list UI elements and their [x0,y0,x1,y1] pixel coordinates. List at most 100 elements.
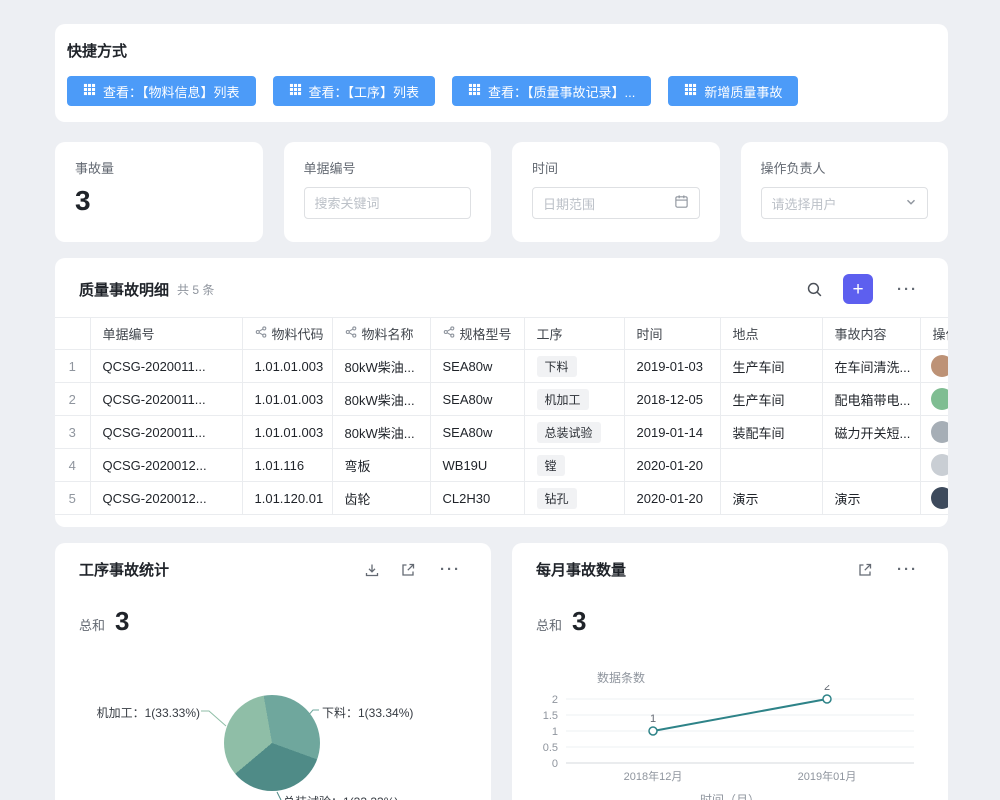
process-tag: 钻孔 [537,488,577,509]
operator-filter-label: 操作负责人 [761,158,929,177]
cell-time: 2019-01-03 [624,350,720,383]
charts-row: 工序事故统计 ··· 总和 3 机加工：1(33.33%) 下料：1(33.34… [55,543,948,800]
cell-process: 总装试验 [524,416,624,449]
cell-content [822,449,920,482]
download-icon[interactable] [362,560,382,580]
column-label: 操作负责人 [933,327,949,342]
row-index: 5 [55,482,90,515]
column-header-process[interactable]: 工序 [524,318,624,350]
operator-select-placeholder: 请选择用户 [772,194,837,213]
line-total-label: 总和 [536,615,562,634]
cell-process: 下料 [524,350,624,383]
open-in-new-icon[interactable] [855,560,875,580]
column-label: 规格型号 [460,324,512,343]
table-header-row: 单据编号 物料代码 物料名称 规格型号 工序 时间 地点 事故内容 操作负责人 [55,318,948,350]
line-more-menu-icon[interactable]: ··· [891,560,924,579]
cell-content: 演示 [822,482,920,515]
time-filter-card: 时间 日期范围 [512,142,720,242]
operator-select[interactable]: 请选择用户 [761,187,929,219]
link-field-icon [255,326,267,341]
column-header-index [55,318,90,350]
cell-location: 演示 [720,482,822,515]
shortcuts-title: 快捷方式 [67,40,936,61]
column-header-material-code[interactable]: 物料代码 [242,318,332,350]
doc-no-filter-card: 单据编号 [284,142,492,242]
cell-material-name: 80kW柴油... [332,350,430,383]
cell-process: 机加工 [524,383,624,416]
chevron-down-icon [905,196,917,211]
table-row[interactable]: 4 QCSG-2020012... 1.01.116 弯板 WB19U 镗 20… [55,449,948,482]
pie-more-menu-icon[interactable]: ··· [434,560,467,579]
search-icon[interactable] [804,279,825,300]
grid-icon [83,83,96,99]
column-header-material-name[interactable]: 物料名称 [332,318,430,350]
cell-material-name: 80kW柴油... [332,416,430,449]
column-header-content[interactable]: 事故内容 [822,318,920,350]
pie-total-label: 总和 [79,615,105,634]
row-index: 2 [55,383,90,416]
cell-operator [920,350,948,383]
cell-material-code: 1.01.120.01 [242,482,332,515]
doc-no-search-input[interactable] [304,187,472,219]
calendar-icon [674,194,689,212]
cell-spec: CL2H30 [430,482,524,515]
svg-text:1.5: 1.5 [543,710,558,722]
cell-content: 在车间清洗... [822,350,920,383]
cell-location [720,449,822,482]
cell-time: 2020-01-20 [624,449,720,482]
table-more-menu-icon[interactable]: ··· [891,280,924,299]
table-row[interactable]: 5 QCSG-2020012... 1.01.120.01 齿轮 CL2H30 … [55,482,948,515]
row-index: 3 [55,416,90,449]
accident-table: 单据编号 物料代码 物料名称 规格型号 工序 时间 地点 事故内容 操作负责人 … [55,317,948,515]
line-chart-title: 每月事故数量 [536,559,626,580]
cell-location: 生产车间 [720,383,822,416]
avatar [931,388,949,410]
column-header-time[interactable]: 时间 [624,318,720,350]
cell-time: 2018-12-05 [624,383,720,416]
svg-text:2018年12月: 2018年12月 [624,769,683,783]
table-row[interactable]: 2 QCSG-2020011... 1.01.01.003 80kW柴油... … [55,383,948,416]
link-field-icon [443,326,455,341]
accident-count-label: 事故量 [75,158,243,177]
filter-row: 事故量 3 单据编号 时间 日期范围 操作负责人 请选择用户 [55,142,948,242]
cell-time: 2020-01-20 [624,482,720,515]
line-card-header: 每月事故数量 ··· [536,559,924,580]
table-row[interactable]: 3 QCSG-2020011... 1.01.01.003 80kW柴油... … [55,416,948,449]
line-total-row: 总和 3 [536,606,924,637]
shortcut-view-accident-records-button[interactable]: 查看：【质量事故记录】... [452,76,651,106]
avatar [931,421,949,443]
shortcut-view-process-list-button[interactable]: 查看：【工序】列表 [273,76,436,106]
cell-spec: SEA80w [430,416,524,449]
cell-process: 镗 [524,449,624,482]
column-label: 物料代码 [272,324,324,343]
column-header-spec[interactable]: 规格型号 [430,318,524,350]
doc-no-filter-label: 单据编号 [304,158,472,177]
date-range-input[interactable]: 日期范围 [532,187,700,219]
shortcut-view-material-list-button[interactable]: 查看：【物料信息】列表 [67,76,256,106]
column-header-doc-no[interactable]: 单据编号 [90,318,242,350]
process-tag: 镗 [537,455,565,476]
cell-doc-no: QCSG-2020012... [90,449,242,482]
shortcut-label: 查看：【工序】列表 [309,82,420,101]
row-index: 4 [55,449,90,482]
dashboard-page: 快捷方式 查看：【物料信息】列表 查看：【工序】列表 查看：【质量事故记录】..… [0,0,1000,800]
accident-count-card: 事故量 3 [55,142,263,242]
line-y-axis-caption: 数据条数 [597,669,645,686]
column-label: 事故内容 [835,327,887,342]
accident-count-value: 3 [75,185,243,217]
cell-process: 钻孔 [524,482,624,515]
shortcut-label: 查看：【质量事故记录】... [488,82,635,101]
table-scroll-area[interactable]: 单据编号 物料代码 物料名称 规格型号 工序 时间 地点 事故内容 操作负责人 … [55,317,948,515]
column-label: 单据编号 [103,324,155,343]
process-tag: 机加工 [537,389,589,410]
add-record-button[interactable]: + [843,274,873,304]
avatar [931,454,949,476]
table-title: 质量事故明细 [79,279,169,300]
open-in-new-icon[interactable] [398,560,418,580]
shortcut-add-accident-button[interactable]: 新增质量事故 [668,76,798,106]
cell-doc-no: QCSG-2020011... [90,416,242,449]
table-header-bar: 质量事故明细 共 5 条 + ··· [55,274,948,304]
column-header-operator[interactable]: 操作负责人 [920,318,948,350]
column-header-location[interactable]: 地点 [720,318,822,350]
table-row[interactable]: 1 QCSG-2020011... 1.01.01.003 80kW柴油... … [55,350,948,383]
